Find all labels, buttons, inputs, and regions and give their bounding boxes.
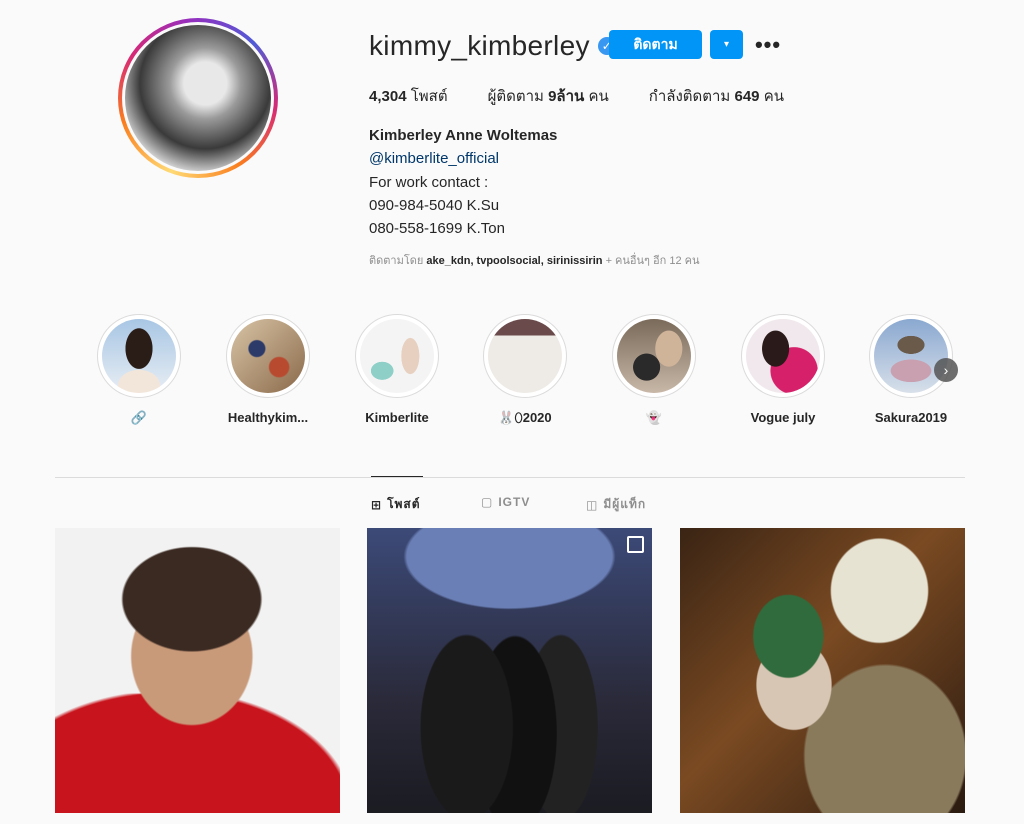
post-thumbnail[interactable]: [680, 528, 965, 813]
highlight-cover-ring: [97, 314, 181, 398]
username: kimmy_kimberley: [369, 30, 590, 61]
highlight-item[interactable]: Healthykim...: [203, 314, 333, 425]
highlight-item[interactable]: 🐰⬯2020: [460, 314, 590, 426]
suggestions-dropdown-button[interactable]: ▾: [710, 30, 743, 59]
highlight-label: Vogue july: [750, 410, 816, 425]
followed-by-suffix: + คนอื่นๆ อีก 12 คน: [605, 255, 700, 267]
followers-prefix: ผู้ติดตาม: [487, 88, 544, 105]
posts-stat: 4,304 โพสต์: [369, 84, 448, 108]
tab-label: โพสต์: [387, 497, 421, 511]
profile-stats: 4,304 โพสต์ ผู้ติดตาม 9ล้าน คน กำลังติดต…: [369, 84, 824, 108]
highlight-label: 🐰⬯2020: [498, 410, 552, 425]
bio-mention-link[interactable]: @kimberlite_official: [369, 150, 499, 167]
post-thumbnail[interactable]: [367, 528, 652, 813]
grid-icon: ⊞: [371, 497, 383, 512]
tab-label: IGTV: [498, 495, 531, 509]
followed-by-prefix: ติดตามโดย: [369, 255, 424, 267]
tab-igtv[interactable]: ▢ IGTV: [481, 495, 530, 509]
followed-by[interactable]: ติดตามโดย ake_kdn, tvpoolsocial, sirinis…: [369, 251, 700, 269]
username-row: kimmy_kimberley ✓: [369, 30, 616, 62]
active-tab-indicator: [371, 476, 423, 477]
highlight-cover-ring: [226, 314, 310, 398]
full-name: Kimberley Anne Woltemas: [369, 127, 558, 144]
highlight-item[interactable]: 👻: [589, 314, 719, 426]
highlight-cover: [102, 319, 176, 393]
highlight-item[interactable]: 🔗: [74, 314, 204, 426]
highlight-item[interactable]: Kimberlite: [332, 314, 462, 425]
highlight-cover-ring: [741, 314, 825, 398]
post-thumbnail[interactable]: [55, 528, 340, 813]
bio-line: For work contact :: [369, 173, 489, 191]
avatar-photo: [125, 25, 271, 171]
tab-label: มีผู้แท็ก: [603, 497, 647, 511]
highlight-label: 👻: [645, 410, 663, 425]
follow-button[interactable]: ติดตาม: [609, 30, 702, 59]
avatar-border: [122, 22, 274, 174]
highlight-item[interactable]: Vogue july: [718, 314, 848, 425]
highlight-cover: [231, 319, 305, 393]
following-stat[interactable]: กำลังติดตาม 649 คน: [649, 84, 784, 108]
highlight-label: Healthykim...: [227, 410, 309, 425]
chevron-right-icon[interactable]: ›: [934, 358, 958, 382]
posts-count: 4,304: [369, 88, 407, 105]
highlight-cover-ring: [355, 314, 439, 398]
highlight-label: 🔗: [130, 410, 148, 425]
highlight-label: Kimberlite: [365, 410, 429, 425]
posts-label: โพสต์: [410, 88, 448, 105]
highlight-label: Sakura2019: [874, 410, 948, 425]
highlight-cover: [617, 319, 691, 393]
highlight-cover: [360, 319, 434, 393]
bio-line: 090-984-5040 K.Su: [369, 196, 500, 214]
highlight-cover-ring: [612, 314, 696, 398]
following-prefix: กำลังติดตาม: [648, 88, 731, 105]
more-options-icon[interactable]: •••: [754, 30, 782, 59]
profile-bio: Kimberley Anne Woltemas @kimberlite_offi…: [369, 124, 557, 240]
highlight-cover: [746, 319, 820, 393]
following-count: 649: [734, 88, 760, 105]
igtv-icon: ▢: [481, 495, 494, 509]
highlight-cover-ring: [869, 314, 953, 398]
followers-stat[interactable]: ผู้ติดตาม 9ล้าน คน: [488, 84, 609, 108]
carousel-icon: [627, 536, 644, 553]
followed-by-names: ake_kdn, tvpoolsocial, sirinissirin: [426, 255, 603, 267]
tab-posts[interactable]: ⊞ โพสต์: [371, 495, 421, 514]
following-suffix: คน: [763, 88, 784, 105]
highlight-cover-ring: [483, 314, 567, 398]
highlight-cover: [488, 319, 562, 393]
followers-suffix: คน: [588, 88, 609, 105]
tab-tagged[interactable]: ◫ มีผู้แท็ก: [586, 495, 646, 514]
followers-count: 9ล้าน: [548, 88, 585, 105]
highlight-cover: [874, 319, 948, 393]
bio-line: 080-558-1699 K.Ton: [369, 220, 505, 238]
tabs-divider: [55, 477, 965, 478]
chevron-down-icon: ▾: [723, 39, 730, 50]
tagged-user-icon: ◫: [586, 497, 599, 512]
profile-avatar[interactable]: [118, 18, 278, 178]
